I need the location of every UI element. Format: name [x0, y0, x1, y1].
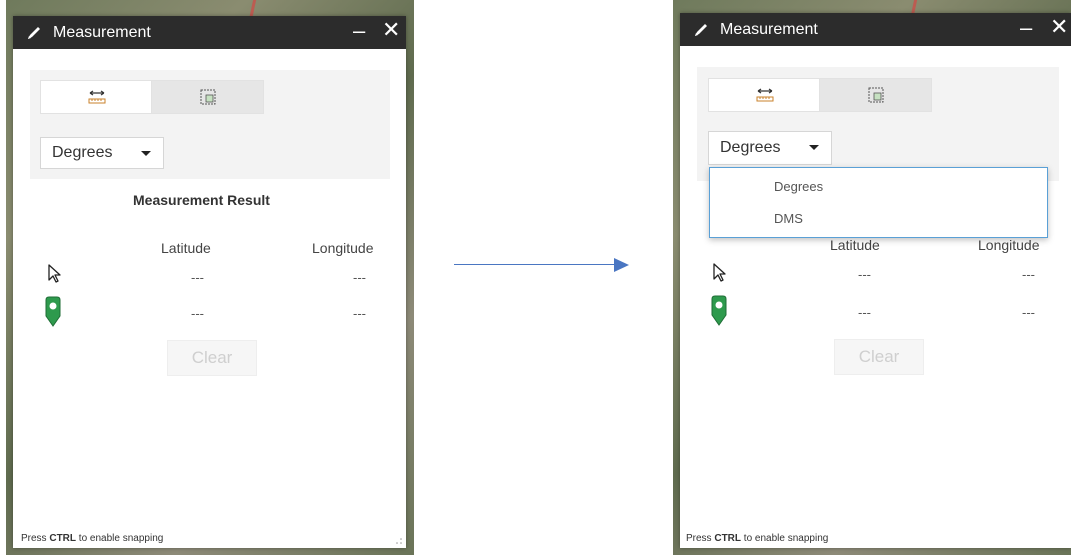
chevron-down-icon: [809, 145, 819, 150]
distance-ruler-icon: [756, 88, 773, 102]
unit-select[interactable]: Degrees: [40, 137, 164, 169]
hint-prefix: Press: [21, 533, 50, 544]
pin-latitude: ---: [858, 305, 871, 320]
map-pin-icon: [45, 296, 61, 327]
mouse-pointer-icon: [713, 263, 726, 282]
hint-prefix: Press: [686, 533, 715, 544]
panel-title: Measurement: [720, 21, 818, 38]
tab-area[interactable]: [819, 78, 932, 112]
longitude-header: Longitude: [312, 240, 374, 256]
pencil-icon: [28, 27, 40, 39]
panel-titlebar[interactable]: Measurement – ✕: [680, 13, 1071, 46]
unit-dropdown-menu: Degrees DMS: [709, 167, 1048, 238]
measurement-panel-left: Measurement – ✕ Degrees Measurement Resu…: [13, 16, 406, 548]
hint-suffix: to enable snapping: [741, 533, 829, 544]
area-grid-icon: [200, 89, 215, 105]
tab-area[interactable]: [151, 80, 264, 114]
panel-title: Measurement: [53, 24, 151, 41]
clear-button[interactable]: Clear: [167, 340, 257, 376]
pencil-icon: [695, 24, 707, 36]
tab-distance[interactable]: [40, 80, 153, 114]
hint-suffix: to enable snapping: [76, 533, 164, 544]
panel-titlebar[interactable]: Measurement – ✕: [13, 16, 406, 49]
map-pin-icon: [711, 295, 727, 326]
transition-arrow-line: [454, 264, 614, 265]
measurement-panel-right: Measurement – ✕ Degrees Latitude Longitu…: [680, 13, 1071, 548]
clear-button[interactable]: Clear: [834, 339, 924, 375]
unit-select-value: Degrees: [720, 139, 781, 156]
hint-key: CTRL: [714, 533, 742, 544]
snapping-hint: Press CTRL to enable snapping: [21, 533, 163, 544]
dropdown-option-dms[interactable]: DMS: [774, 211, 803, 226]
snapping-hint: Press CTRL to enable snapping: [686, 533, 828, 544]
minimize-button[interactable]: –: [353, 20, 365, 42]
longitude-header: Longitude: [978, 237, 1040, 253]
latitude-header: Latitude: [830, 237, 880, 253]
pointer-latitude: ---: [191, 270, 204, 285]
pin-longitude: ---: [1022, 305, 1035, 320]
pin-longitude: ---: [353, 306, 366, 321]
close-button[interactable]: ✕: [382, 19, 400, 41]
pointer-latitude: ---: [858, 267, 871, 282]
area-grid-icon: [868, 87, 883, 103]
latitude-header: Latitude: [161, 240, 211, 256]
measure-toolbox: Degrees: [697, 67, 1059, 181]
mouse-pointer-icon: [48, 264, 61, 283]
result-title: Measurement Result: [133, 192, 270, 208]
hint-key: CTRL: [49, 533, 77, 544]
pointer-longitude: ---: [1022, 267, 1035, 282]
arrow-right-icon: [614, 258, 629, 272]
tab-distance[interactable]: [708, 78, 821, 112]
chevron-down-icon: [141, 151, 151, 156]
unit-select[interactable]: Degrees: [708, 131, 832, 165]
unit-select-value: Degrees: [52, 144, 113, 161]
resize-grip-icon[interactable]: [395, 537, 403, 545]
pointer-longitude: ---: [353, 270, 366, 285]
pin-latitude: ---: [191, 306, 204, 321]
dropdown-option-degrees[interactable]: Degrees: [774, 179, 823, 194]
distance-ruler-icon: [88, 90, 105, 104]
close-button[interactable]: ✕: [1050, 16, 1068, 38]
measure-toolbox: Degrees: [30, 70, 390, 179]
minimize-button[interactable]: –: [1020, 17, 1032, 39]
